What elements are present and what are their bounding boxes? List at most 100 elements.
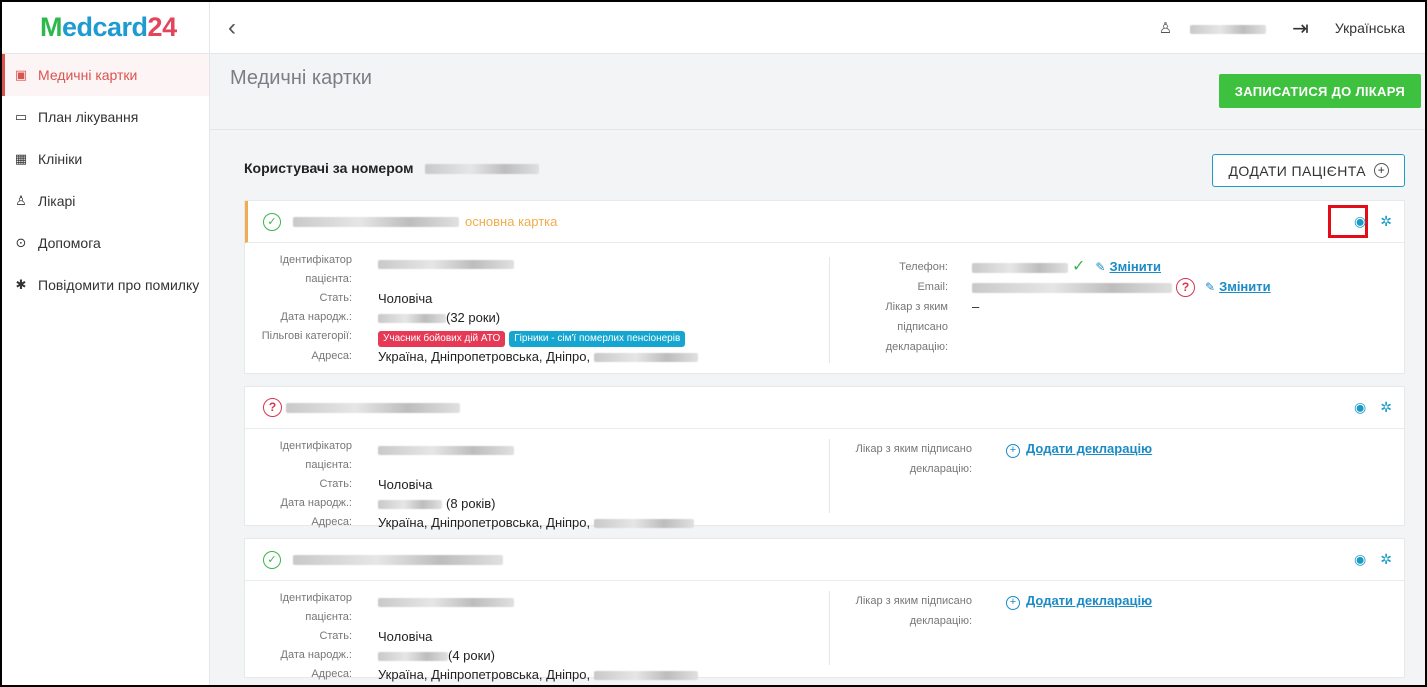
sidebar-item-label: План лікування	[38, 109, 139, 125]
patient-card-header: ✓ основна картка ◉ ✲	[245, 201, 1404, 243]
change-email-link[interactable]: Змінити	[1219, 279, 1271, 294]
address-value: Україна, Дніпропетровська, Дніпро,	[378, 347, 698, 366]
back-arrow-icon[interactable]: ‹	[228, 14, 236, 42]
email-redacted	[972, 282, 1172, 293]
calendar-icon: ▭	[14, 109, 28, 124]
sex-label: Стать:	[319, 478, 352, 490]
address-value: Україна, Дніпропетровська, Дніпро,	[378, 665, 698, 684]
patient-id-label: Ідентифікатор пацієнта:	[279, 592, 352, 623]
gear-icon[interactable]: ✲	[1380, 551, 1392, 568]
user-icon: ♙	[1158, 20, 1173, 37]
sex-value: Чоловіча	[378, 629, 433, 644]
doctor-declaration-label: Лікар з яким підписано декларацію:	[885, 301, 948, 353]
address-label: Адреса:	[311, 668, 352, 680]
id-card-icon: ▣	[14, 67, 28, 82]
contact-info: Телефон: ✓ ✎ Змінити Email:? ✎ Змінити Лікар …	[829, 257, 1271, 363]
patient-card: ✓ ◉ ✲ Ідентифікатор пацієнта: Стать: Чолов…	[244, 538, 1405, 682]
add-patient-button[interactable]: ДОДАТИ ПАЦІЄНТА +	[1212, 154, 1405, 187]
topbar: ‹ ♙ ⇥ Українська	[210, 2, 1425, 54]
app-frame: Medcard 24 ▣ Медичні картки ▭ План лікува…	[0, 0, 1427, 687]
logo-number: 24	[147, 12, 178, 42]
sidebar-item-medical-cards[interactable]: ▣ Медичні картки	[2, 54, 209, 96]
add-patient-label: ДОДАТИ ПАЦІЄНТА	[1228, 162, 1366, 179]
patient-name-redacted	[293, 216, 459, 227]
patient-id-redacted	[378, 259, 514, 269]
patient-id-label: Ідентифікатор пацієнта:	[279, 254, 352, 285]
sidebar-menu: ▣ Медичні картки ▭ План лікування ▦ Клін…	[2, 54, 209, 306]
sidebar-item-report-bug[interactable]: ✱ Повідомити про помилку	[2, 264, 209, 306]
phone-label: Телефон:	[899, 261, 948, 273]
sex-label: Стать:	[319, 292, 352, 304]
language-selector[interactable]: Українська	[1335, 20, 1405, 36]
add-declaration-link[interactable]: Додати декларацію	[1026, 441, 1152, 456]
card-actions: ◉ ✲	[1354, 213, 1392, 230]
sex-value: Чоловіча	[378, 291, 433, 306]
patient-card-header: ✓ ◉ ✲	[245, 539, 1404, 581]
address-label: Адреса:	[311, 350, 352, 362]
patient-name-redacted	[286, 402, 460, 413]
bug-icon: ✱	[15, 277, 27, 292]
plus-circle-icon: +	[1006, 444, 1020, 458]
logout-icon[interactable]: ⇥	[1292, 16, 1309, 41]
sex-value: Чоловіча	[378, 477, 433, 492]
email-label: Email:	[917, 281, 948, 293]
verified-check-icon: ✓	[1072, 258, 1086, 275]
eye-icon[interactable]: ◉	[1354, 399, 1366, 416]
sidebar-item-label: Клініки	[38, 151, 83, 167]
sidebar-item-help[interactable]: ⊙ Допомога	[2, 222, 209, 264]
sidebar-item-treatment-plan[interactable]: ▭ План лікування	[2, 96, 209, 138]
gear-icon[interactable]: ✲	[1380, 399, 1392, 416]
birth-value: (32 роки)	[378, 308, 500, 327]
patient-info: Ідентифікатор пацієнта: Стать: Чоловіча Да…	[245, 589, 825, 684]
logo[interactable]: Medcard 24	[2, 2, 209, 54]
patient-name-redacted	[293, 554, 503, 565]
patient-card: ✓ основна картка ◉ ✲ Ідентифікатор пацієн…	[244, 200, 1405, 374]
change-phone-link[interactable]: Змінити	[1109, 259, 1161, 274]
users-section-header: Користувачі за номером ДОДАТИ ПАЦІЄНТА +	[210, 130, 1425, 200]
topbar-right: ♙ ⇥ Українська	[1159, 2, 1405, 54]
eye-icon[interactable]: ◉	[1354, 213, 1366, 230]
sex-label: Стать:	[319, 630, 352, 642]
hospital-icon: ▦	[14, 151, 28, 166]
sidebar-item-label: Лікарі	[38, 193, 76, 209]
logo-text: edcard	[62, 12, 148, 42]
birth-value: (8 років)	[378, 494, 495, 513]
pencil-icon[interactable]: ✎	[1095, 260, 1105, 274]
patient-id-redacted	[378, 445, 514, 455]
users-title: Користувачі за номером	[244, 160, 540, 176]
address-value: Україна, Дніпропетровська, Дніпро,	[378, 513, 694, 532]
verified-check-icon: ✓	[263, 550, 281, 569]
book-doctor-button[interactable]: ЗАПИСАТИСЯ ДО ЛІКАРЯ	[1218, 74, 1421, 108]
benefits-label: Пільгові категорії:	[261, 330, 352, 342]
add-declaration-link[interactable]: Додати декларацію	[1026, 593, 1152, 608]
doctor-value: –	[972, 299, 980, 314]
sidebar-item-clinics[interactable]: ▦ Клініки	[2, 138, 209, 180]
plus-circle-icon: +	[1006, 596, 1020, 610]
sidebar-item-label: Повідомити про помилку	[38, 277, 200, 293]
declaration-info: Лікар з яким підписано декларацію: + Додати…	[829, 591, 1152, 665]
help-icon: ⊙	[15, 235, 27, 250]
question-mark-icon: ?	[1176, 278, 1195, 297]
verified-check-icon: ✓	[263, 212, 281, 231]
gear-icon[interactable]: ✲	[1380, 213, 1392, 230]
page-header: Медичні картки ЗАПИСАТИСЯ ДО ЛІКАРЯ	[210, 54, 1425, 130]
phone-number-redacted	[425, 164, 540, 175]
birth-value: (4 роки)	[378, 646, 495, 665]
page-title: Медичні картки	[230, 67, 372, 89]
users-title-text: Користувачі за номером	[244, 160, 414, 176]
question-mark-icon: ?	[263, 398, 282, 417]
address-label: Адреса:	[311, 516, 352, 528]
sidebar-item-doctors[interactable]: ♙ Лікарі	[2, 180, 209, 222]
card-actions: ◉ ✲	[1354, 551, 1392, 568]
pencil-icon[interactable]: ✎	[1205, 280, 1215, 294]
benefits-value: Учасник бойових дій АТО Гірники - сім'ї п…	[378, 327, 689, 347]
main-card-tag: основна картка	[465, 214, 558, 229]
user-menu[interactable]: ♙	[1158, 19, 1267, 37]
doctor-declaration-label: Лікар з яким підписано декларацію:	[855, 443, 972, 475]
doctor-declaration-label: Лікар з яким підписано декларацію:	[855, 595, 972, 627]
patient-info: Ідентифікатор пацієнта: Стать: Чоловіча Да…	[245, 251, 825, 366]
patient-id-redacted	[378, 597, 514, 607]
eye-icon[interactable]: ◉	[1354, 551, 1366, 568]
sidebar-item-label: Медичні картки	[38, 67, 138, 83]
birth-label: Дата народж.:	[280, 497, 353, 509]
